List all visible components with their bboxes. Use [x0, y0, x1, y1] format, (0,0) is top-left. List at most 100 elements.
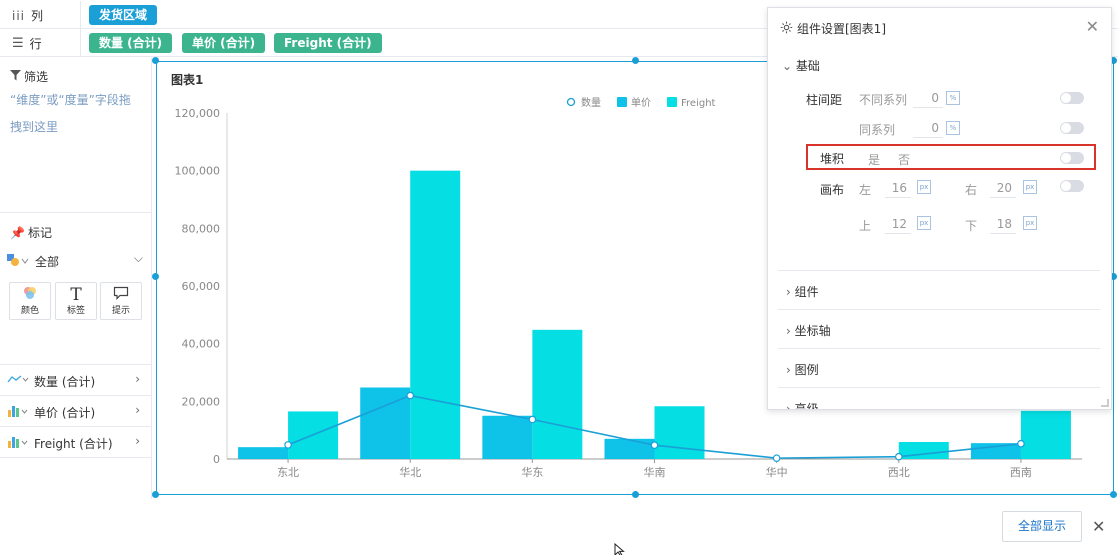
resize-handle-left[interactable]	[152, 273, 159, 280]
resize-handle-top-left[interactable]	[152, 57, 159, 64]
percent-unit-icon: %	[946, 91, 960, 105]
legend-marker-数量	[566, 97, 576, 107]
canvas-right-label: 右	[965, 183, 978, 197]
same-series-input[interactable]: 0	[913, 118, 943, 138]
legend-label-Freight: Freight	[681, 98, 716, 109]
point-数量	[1017, 439, 1025, 448]
canvas-bottom-label: 下	[965, 219, 978, 233]
gear-icon	[780, 21, 793, 37]
bar-Freight	[410, 170, 461, 459]
panel-resize-grip[interactable]	[1101, 399, 1109, 407]
close-icon[interactable]: ✕	[1086, 17, 1099, 36]
x-tick-label: 华北	[399, 465, 421, 479]
chevron-right-icon: ›	[786, 363, 791, 377]
canvas-bottom-input[interactable]: 18	[990, 214, 1016, 234]
chevron-right-icon: ›	[135, 403, 140, 417]
canvas-top-input[interactable]: 12	[885, 214, 911, 234]
mark-tooltip-button[interactable]: 提示	[100, 282, 142, 320]
field-row-quantity[interactable]: 数量 (合计) ›	[0, 365, 152, 396]
close-icon[interactable]: ✕	[1092, 517, 1105, 536]
mark-color-button[interactable]: 颜色	[9, 282, 51, 320]
legend-label-数量: 数量	[581, 96, 601, 109]
tooltip-icon	[101, 285, 141, 305]
bar-单价	[482, 415, 533, 459]
bar-spacing-label: 柱间距	[806, 93, 843, 107]
text-icon: T	[70, 285, 82, 305]
settings-panel-title: 组件设置[图表1]	[780, 20, 886, 37]
marks-title: 📌 标记	[10, 225, 52, 241]
chevron-right-icon: ›	[135, 372, 140, 386]
left-panel: 筛选 “维度”或“度量”字段拖拽到这里 📌 标记 全部 ⌵ 颜色 T 标签 提示…	[0, 58, 152, 499]
field-row-freight[interactable]: Freight (合计) ›	[0, 427, 152, 458]
bar-chart-icon	[7, 404, 29, 421]
columns-shelf-label: iii 列	[12, 8, 44, 24]
y-tick-label: 40,000	[182, 338, 221, 351]
resize-handle-bottom-right[interactable]	[1110, 491, 1117, 498]
rows-icon: ☰	[12, 36, 24, 51]
resize-handle-bottom[interactable]	[632, 491, 639, 498]
px-unit-icon: px	[1023, 180, 1037, 194]
rows-shelf-label: ☰ 行	[12, 36, 42, 51]
rows-pill-unit-price[interactable]: 单价 (合计)	[182, 33, 266, 53]
section-basic[interactable]: ⌄ 基础	[782, 57, 820, 74]
legend-label-单价: 单价	[631, 97, 651, 109]
y-tick-label: 60,000	[182, 280, 221, 293]
canvas-left-input[interactable]: 16	[885, 178, 911, 198]
bar-Freight	[654, 406, 705, 459]
chevron-down-icon: ⌄	[782, 59, 793, 73]
resize-handle-bottom-left[interactable]	[152, 491, 159, 498]
stack-yes-option[interactable]: 是	[868, 151, 880, 168]
pin-icon: 📌	[10, 225, 25, 240]
diff-series-input[interactable]: 0	[913, 88, 943, 108]
mark-type-icon	[7, 253, 29, 270]
point-数量	[650, 441, 659, 449]
bar-Freight	[1020, 410, 1071, 459]
marks-select[interactable]: 全部 ⌵	[7, 251, 147, 271]
point-数量	[284, 441, 292, 449]
y-tick-label: 20,000	[182, 395, 221, 408]
chevron-down-icon: ⌵	[133, 251, 143, 265]
section-component[interactable]: › 组件	[786, 283, 819, 300]
legend-marker-Freight	[667, 97, 677, 107]
stack-toggle[interactable]	[1060, 152, 1084, 164]
bar-单价	[970, 443, 1021, 459]
mark-label-button[interactable]: T 标签	[55, 282, 97, 320]
stack-highlight-box	[806, 144, 1096, 170]
y-tick-label: 80,000	[182, 222, 221, 235]
canvas-toggle[interactable]	[1060, 180, 1084, 192]
section-advanced[interactable]: › 高级	[786, 400, 819, 410]
y-tick-label: 100,000	[175, 165, 221, 178]
rows-pill-quantity[interactable]: 数量 (合计)	[89, 33, 173, 53]
stack-no-option[interactable]: 否	[898, 151, 910, 168]
percent-unit-icon: %	[946, 121, 960, 135]
section-axis[interactable]: › 坐标轴	[786, 322, 831, 339]
component-settings-panel: 组件设置[图表1] ✕ ⌄ 基础 柱间距 不同系列 0 % 同系列 0 % 堆积…	[767, 7, 1112, 410]
filter-drop-hint[interactable]: “维度”或“度量”字段拖拽到这里	[10, 87, 140, 141]
section-legend[interactable]: › 图例	[786, 361, 819, 378]
columns-pill[interactable]: 发货区域	[89, 5, 158, 25]
chevron-right-icon: ›	[786, 324, 791, 338]
resize-handle-top[interactable]	[632, 57, 639, 64]
chevron-right-icon: ›	[786, 402, 791, 410]
rows-pill-freight[interactable]: Freight (合计)	[274, 33, 382, 53]
canvas-right-input[interactable]: 20	[990, 178, 1016, 198]
filter-icon	[10, 69, 21, 84]
columns-icon: iii	[12, 8, 26, 23]
px-unit-icon: px	[917, 180, 931, 194]
point-数量	[772, 454, 781, 462]
x-tick-label: 东北	[277, 466, 299, 479]
y-tick-label: 120,000	[175, 107, 221, 120]
show-all-button[interactable]: 全部显示	[1002, 511, 1082, 542]
field-row-unit-price[interactable]: 单价 (合计) ›	[0, 396, 152, 427]
diff-series-toggle[interactable]	[1060, 92, 1084, 104]
bar-单价	[238, 447, 289, 459]
same-series-toggle[interactable]	[1060, 122, 1084, 134]
palette-icon	[10, 285, 50, 305]
x-tick-label: 西北	[888, 466, 910, 479]
canvas-left-label: 左	[859, 183, 872, 197]
px-unit-icon: px	[917, 216, 931, 230]
canvas-label: 画布	[820, 183, 845, 197]
bar-Freight	[532, 329, 583, 459]
x-tick-label: 华中	[766, 465, 788, 479]
chevron-right-icon: ›	[135, 434, 140, 448]
